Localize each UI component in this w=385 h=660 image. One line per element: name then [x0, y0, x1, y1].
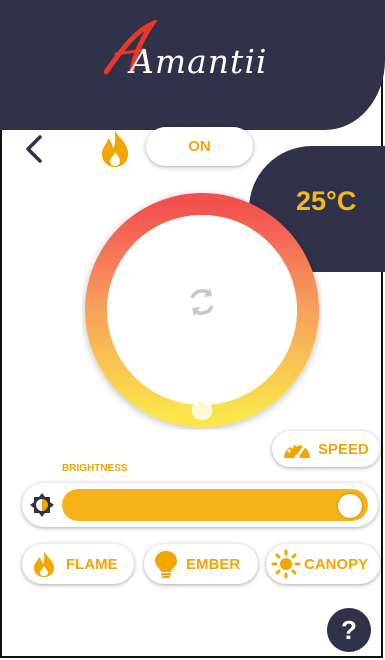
canopy-mode-button[interactable]: CANOPY: [266, 544, 380, 584]
brand-logo: Amantii: [100, 20, 300, 81]
brightness-slider[interactable]: [22, 483, 378, 527]
speedometer-icon: [284, 443, 310, 460]
speed-label: SPEED: [318, 441, 369, 458]
flame-mode-button[interactable]: FLAME: [22, 544, 134, 584]
ember-mode-button[interactable]: EMBER: [144, 544, 258, 584]
bulb-icon: [155, 551, 177, 578]
brightness-label: BRIGHTNESS: [62, 463, 128, 474]
sun-icon: [271, 549, 301, 579]
help-label: ?: [341, 614, 357, 645]
flame-mode-label: FLAME: [66, 556, 118, 573]
power-toggle-button[interactable]: ON: [146, 127, 253, 166]
brightness-track[interactable]: [62, 489, 368, 521]
ember-mode-label: EMBER: [186, 556, 241, 573]
color-wheel-handle[interactable]: [192, 400, 212, 420]
brightness-thumb[interactable]: [338, 494, 362, 518]
brightness-icon: [30, 493, 54, 517]
logo-text: Amantii: [130, 42, 268, 81]
flame-icon: [34, 551, 54, 577]
power-state-label: ON: [188, 138, 211, 155]
back-arrow-icon[interactable]: [22, 132, 46, 166]
help-button[interactable]: ?: [327, 608, 371, 652]
app-header: Amantii: [0, 0, 385, 130]
canopy-mode-label: CANOPY: [304, 556, 369, 573]
speed-button[interactable]: SPEED: [272, 431, 380, 467]
flame-icon[interactable]: [98, 128, 132, 168]
color-wheel[interactable]: [82, 190, 322, 430]
